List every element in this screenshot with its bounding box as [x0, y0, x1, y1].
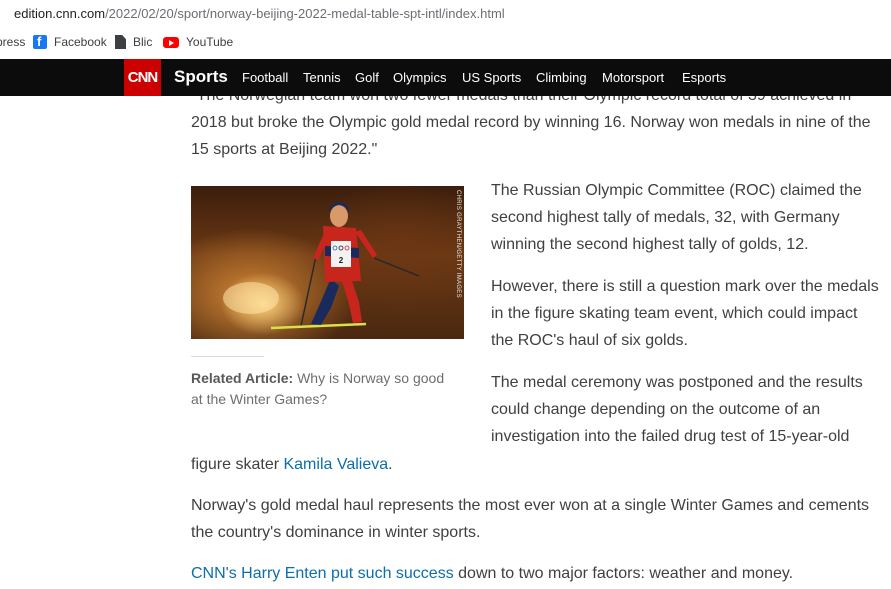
nav-item-esports[interactable]: Esports	[682, 70, 726, 85]
youtube-icon	[163, 36, 179, 48]
paragraph-line: figure skater Kamila Valieva.	[191, 451, 393, 478]
bookmark-youtube[interactable]: YouTube	[163, 35, 233, 49]
nav-item-golf[interactable]: Golf	[355, 70, 379, 85]
bib-number: 2	[339, 256, 344, 265]
paragraph-line: However, there is still a question mark …	[491, 278, 879, 295]
paragraph-line: Norway's gold medal haul represents the …	[191, 497, 870, 514]
bookmark-press[interactable]: press	[0, 35, 25, 49]
paragraph-line: the ROC's haul of six golds.	[491, 332, 688, 349]
paragraph-line: second highest tally of medals, 32, with…	[491, 209, 840, 226]
bookmark-facebook[interactable]: Facebook	[33, 34, 107, 49]
caption-divider	[191, 356, 264, 357]
paragraph-line: CNN's Harry Enten put such success down …	[191, 560, 793, 587]
paragraph-line: in the figure skating team event, which …	[491, 305, 858, 322]
intro-line: 2018 but broke the Olympic gold medal re…	[191, 114, 871, 131]
kamila-valieva-link[interactable]: Kamila Valieva	[283, 456, 388, 473]
paragraph-line: The Russian Olympic Committee (ROC) clai…	[491, 182, 862, 199]
nav-item-us-sports[interactable]: US Sports	[462, 70, 521, 85]
intro-line: 15 sports at Beijing 2022."	[191, 141, 378, 158]
bookmarks-bar: press Facebook Blic YouTube	[0, 28, 891, 58]
article-body: "The Norwegian team won two fewer medals…	[0, 96, 891, 589]
document-icon	[115, 35, 126, 49]
site-nav: CNN Sports Football Tennis Golf Olympics…	[0, 59, 891, 96]
nav-item-motorsport[interactable]: Motorsport	[602, 70, 664, 85]
paragraph-line: winning the second highest tally of gold…	[491, 236, 809, 253]
nav-item-tennis[interactable]: Tennis	[303, 70, 341, 85]
skier-illustration: 2	[223, 202, 420, 330]
caption-title-cont: at the Winter Games?	[191, 391, 328, 407]
url-path: /2022/02/20/sport/norway-beijing-2022-me…	[105, 6, 505, 21]
nav-item-climbing[interactable]: Climbing	[536, 70, 587, 85]
paragraph-line: investigation into the failed drug test …	[491, 428, 850, 445]
related-article-caption[interactable]: Related Article: Why is Norway so good a…	[191, 368, 466, 410]
text-segment: down to two major factors: weather and m…	[453, 565, 794, 582]
address-bar[interactable]: edition.cnn.com/2022/02/20/sport/norway-…	[0, 0, 891, 28]
text-segment: .	[388, 456, 393, 473]
paragraph-line: could change depending on the outcome of…	[491, 401, 821, 418]
bookmark-label: press	[0, 35, 26, 49]
cnn-logo[interactable]: CNN	[124, 59, 161, 96]
related-article-image[interactable]: 2 CHRIS GRAYTHEN/GETTY IMAGES	[191, 186, 464, 339]
paragraph-line: The medal ceremony was postponed and the…	[491, 374, 863, 391]
section-title[interactable]: Sports	[174, 67, 228, 87]
url-text[interactable]: edition.cnn.com/2022/02/20/sport/norway-…	[14, 6, 505, 21]
facebook-icon	[33, 34, 47, 49]
photo-credit: CHRIS GRAYTHEN/GETTY IMAGES	[455, 190, 461, 298]
paragraph-line: the country's dominance in winter sports…	[191, 524, 481, 541]
nav-item-olympics[interactable]: Olympics	[393, 70, 446, 85]
bookmark-blic[interactable]: Blic	[115, 35, 152, 49]
bookmark-label: Facebook	[54, 35, 107, 49]
bookmark-label: YouTube	[186, 35, 234, 49]
intro-line: "The Norwegian team won two fewer medals…	[191, 96, 851, 109]
text-segment: figure skater	[191, 456, 284, 473]
caption-label: Related Article:	[191, 370, 294, 386]
bookmark-label: Blic	[133, 35, 153, 49]
nav-item-football[interactable]: Football	[242, 70, 288, 85]
caption-title: Why is Norway so good	[293, 370, 445, 386]
url-host: edition.cnn.com	[14, 6, 106, 21]
harry-enten-link[interactable]: CNN's Harry Enten put such success	[191, 565, 454, 582]
